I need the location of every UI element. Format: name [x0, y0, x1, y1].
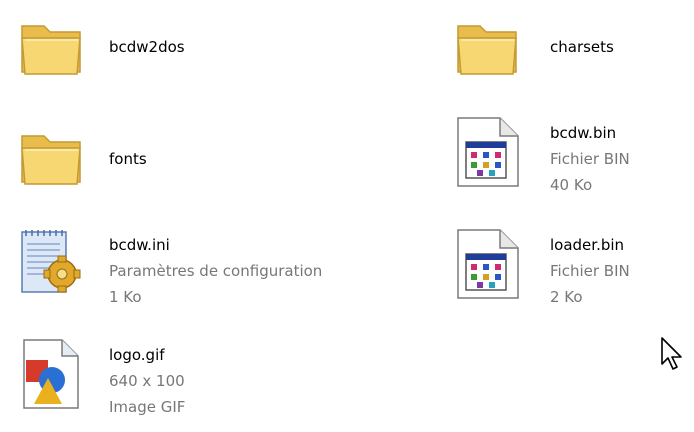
config-file-icon	[21, 230, 81, 293]
file-meta: bcdw.bin Fichier BIN 40 Ko	[550, 120, 630, 198]
bin-file-icon	[457, 229, 519, 299]
file-item-bcdw-ini[interactable]: bcdw.ini Paramètres de configuration 1 K…	[10, 222, 410, 322]
folder-icon	[21, 135, 81, 185]
file-name: loader.bin	[550, 236, 625, 254]
file-type: Fichier BIN	[550, 150, 630, 168]
folder-icon	[21, 25, 81, 75]
bin-file-icon	[457, 117, 519, 187]
folder-icon	[457, 25, 517, 75]
file-name: bcdw2dos	[109, 38, 185, 56]
file-item-charsets[interactable]: charsets	[448, 8, 688, 88]
file-item-bcdw2dos[interactable]: bcdw2dos	[10, 8, 250, 88]
mouse-cursor-icon	[661, 337, 682, 370]
file-name: logo.gif	[109, 346, 165, 364]
gif-image-icon	[23, 339, 79, 409]
file-type: Image GIF	[109, 398, 186, 416]
file-name: charsets	[550, 38, 614, 56]
file-name: bcdw.ini	[109, 236, 170, 254]
file-type: Fichier BIN	[550, 262, 630, 280]
file-meta: loader.bin Fichier BIN 2 Ko	[550, 232, 630, 310]
file-size: 40 Ko	[550, 176, 593, 194]
file-size: 2 Ko	[550, 288, 583, 306]
file-size: 1 Ko	[109, 288, 142, 306]
file-item-bcdw-bin[interactable]: bcdw.bin Fichier BIN 40 Ko	[448, 110, 688, 210]
file-item-logo-gif[interactable]: logo.gif 640 x 100 Image GIF	[10, 334, 250, 430]
file-meta: logo.gif 640 x 100 Image GIF	[109, 342, 185, 420]
file-name-meta: bcdw2dos	[109, 34, 185, 60]
file-dimensions: 640 x 100	[109, 372, 185, 390]
file-meta: bcdw.ini Paramètres de configuration 1 K…	[109, 232, 322, 310]
file-name: fonts	[109, 150, 147, 168]
file-item-loader-bin[interactable]: loader.bin Fichier BIN 2 Ko	[448, 222, 688, 322]
file-name: bcdw.bin	[550, 124, 617, 142]
file-name-meta: charsets	[550, 34, 614, 60]
file-name-meta: fonts	[109, 146, 147, 172]
file-item-fonts[interactable]: fonts	[10, 118, 250, 198]
file-type: Paramètres de configuration	[109, 262, 323, 280]
